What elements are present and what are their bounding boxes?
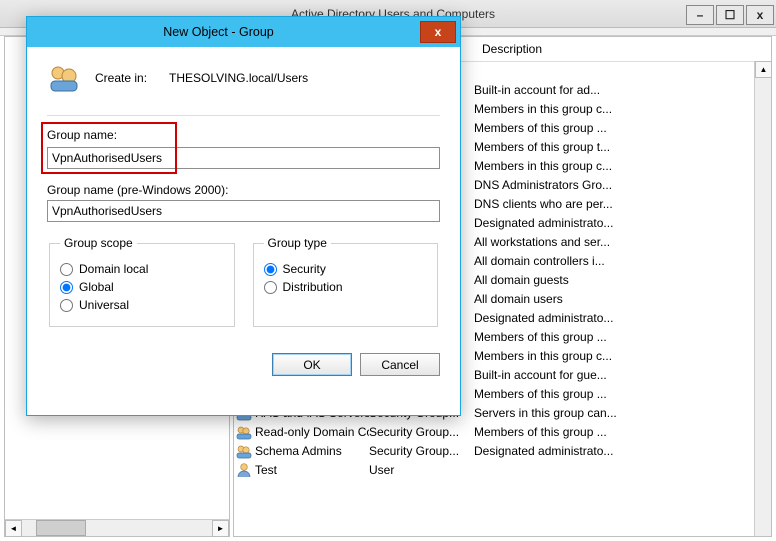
row-description: Servers in this group can... — [474, 406, 754, 420]
row-description: Members of this group ... — [474, 425, 754, 439]
scope-universal-label: Universal — [79, 298, 129, 312]
row-description: DNS clients who are per... — [474, 197, 754, 211]
row-description: Members of this group t... — [474, 140, 754, 154]
row-description: Designated administrato... — [474, 216, 754, 230]
row-name: Test — [255, 463, 369, 477]
scope-domain-local-radio[interactable] — [60, 263, 73, 276]
group-icon — [47, 61, 81, 95]
group-icon — [236, 424, 252, 440]
row-description: DNS Administrators Gro... — [474, 178, 754, 192]
row-name: Schema Admins — [255, 444, 369, 458]
dialog-title: New Object - Group — [37, 25, 420, 39]
group-name-input[interactable] — [47, 147, 440, 169]
group-name-label: Group name: — [47, 128, 440, 142]
row-description: All workstations and ser... — [474, 235, 754, 249]
row-description: Members in this group c... — [474, 102, 754, 116]
row-description: Members in this group c... — [474, 349, 754, 363]
dialog-close-button[interactable]: x — [420, 21, 456, 43]
vertical-scrollbar[interactable]: ▲ — [754, 61, 771, 536]
scroll-up-arrow-icon[interactable]: ▲ — [755, 61, 772, 78]
scope-domain-local-label: Domain local — [79, 262, 148, 276]
row-name: Read-only Domain Controllers — [255, 425, 369, 439]
group-scope-fieldset: Group scope Domain local Global Universa… — [49, 236, 235, 327]
type-security-label: Security — [283, 262, 326, 276]
row-description: All domain guests — [474, 273, 754, 287]
list-item[interactable]: TestUser — [234, 460, 754, 479]
scope-global-label: Global — [79, 280, 114, 294]
close-button[interactable]: x — [746, 5, 774, 25]
type-distribution-radio[interactable] — [264, 281, 277, 294]
pre2000-label: Group name (pre-Windows 2000): — [47, 183, 440, 197]
scope-universal-radio[interactable] — [60, 299, 73, 312]
group-type-legend: Group type — [264, 236, 331, 250]
scroll-left-arrow-icon[interactable]: ◄ — [5, 520, 22, 537]
row-description: Designated administrato... — [474, 444, 754, 458]
create-in-label: Create in: — [95, 71, 147, 85]
row-description: Built-in account for ad... — [474, 83, 754, 97]
row-description: Designated administrato... — [474, 311, 754, 325]
scope-global-radio[interactable] — [60, 281, 73, 294]
row-description: All domain controllers i... — [474, 254, 754, 268]
row-description: Members of this group ... — [474, 387, 754, 401]
group-scope-legend: Group scope — [60, 236, 137, 250]
row-description: Built-in account for gue... — [474, 368, 754, 382]
user-icon — [236, 462, 252, 478]
create-in-path: THESOLVING.local/Users — [169, 71, 308, 85]
new-group-dialog: New Object - Group x Create in: THESOLVI… — [26, 16, 461, 416]
minimize-button[interactable]: – — [686, 5, 714, 25]
row-type: Security Group... — [369, 444, 474, 458]
column-description[interactable]: Description — [474, 37, 771, 61]
group-type-fieldset: Group type Security Distribution — [253, 236, 439, 327]
type-security-radio[interactable] — [264, 263, 277, 276]
row-type: Security Group... — [369, 425, 474, 439]
row-description: Members of this group ... — [474, 121, 754, 135]
scroll-thumb[interactable] — [36, 520, 86, 536]
group-icon — [236, 443, 252, 459]
row-description: All domain users — [474, 292, 754, 306]
row-description: Members in this group c... — [474, 159, 754, 173]
row-description: Members of this group ... — [474, 330, 754, 344]
list-item[interactable]: Read-only Domain ControllersSecurity Gro… — [234, 422, 754, 441]
list-item[interactable]: Schema AdminsSecurity Group...Designated… — [234, 441, 754, 460]
pre2000-input[interactable] — [47, 200, 440, 222]
maximize-button[interactable]: ☐ — [716, 5, 744, 25]
horizontal-scrollbar[interactable]: ◄ ► — [5, 519, 229, 536]
dialog-titlebar[interactable]: New Object - Group x — [27, 17, 460, 47]
ok-button[interactable]: OK — [272, 353, 352, 376]
cancel-button[interactable]: Cancel — [360, 353, 440, 376]
type-distribution-label: Distribution — [283, 280, 343, 294]
scroll-right-arrow-icon[interactable]: ► — [212, 520, 229, 537]
row-type: User — [369, 463, 474, 477]
